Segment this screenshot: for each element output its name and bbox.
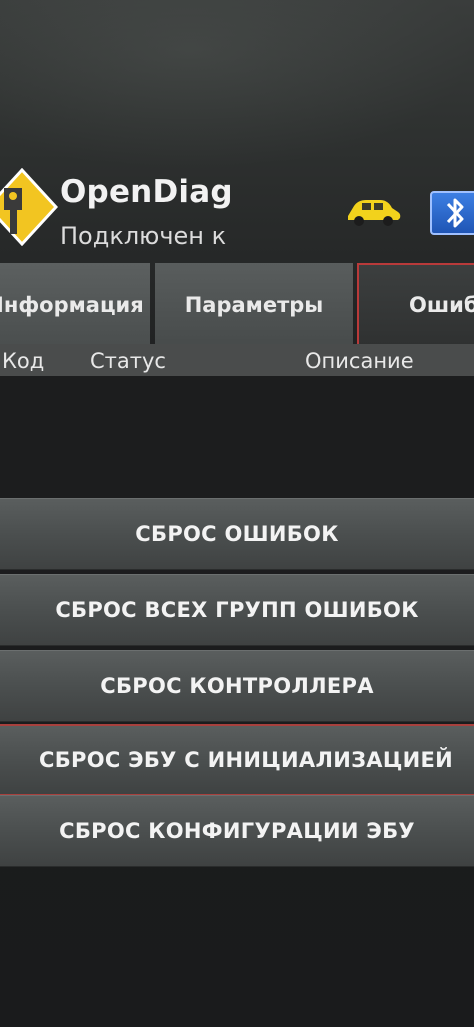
app-title: OpenDiag [60, 174, 233, 210]
screen-glare [0, 0, 474, 170]
reset-errors-button[interactable]: СБРОС ОШИБОК [0, 498, 474, 570]
car-icon[interactable] [344, 196, 402, 228]
column-description: Описание [305, 349, 414, 373]
reset-errors-label: СБРОС ОШИБОК [135, 522, 339, 546]
column-status: Статус [90, 349, 166, 373]
reset-ecu-with-init-button[interactable]: СБРОС ЭБУ С ИНИЦИАЛИЗАЦИЕЙ [0, 724, 474, 796]
bluetooth-button[interactable] [430, 191, 474, 235]
reset-controller-label: СБРОС КОНТРОЛЛЕРА [100, 674, 374, 698]
reset-ecu-with-init-label: СБРОС ЭБУ С ИНИЦИАЛИЗАЦИЕЙ [38, 748, 454, 772]
bluetooth-icon [446, 198, 464, 228]
error-list[interactable] [0, 376, 474, 494]
opendiag-logo-icon [0, 168, 58, 246]
tab-information[interactable]: Информация [0, 263, 150, 347]
reset-controller-button[interactable]: СБРОС КОНТРОЛЛЕРА [0, 650, 474, 722]
tab-errors[interactable]: Ошиб [357, 263, 474, 347]
reset-all-error-groups-button[interactable]: СБРОС ВСЕХ ГРУПП ОШИБОК [0, 574, 474, 646]
reset-ecu-config-button[interactable]: СБРОС КОНФИГУРАЦИИ ЭБУ [0, 795, 474, 867]
connection-status: Подключен к [60, 222, 227, 250]
tab-parameters[interactable]: Параметры [155, 263, 353, 347]
reset-all-error-groups-label: СБРОС ВСЕХ ГРУПП ОШИБОК [55, 598, 419, 622]
column-code: Код [2, 349, 45, 373]
reset-ecu-config-label: СБРОС КОНФИГУРАЦИИ ЭБУ [59, 819, 415, 843]
